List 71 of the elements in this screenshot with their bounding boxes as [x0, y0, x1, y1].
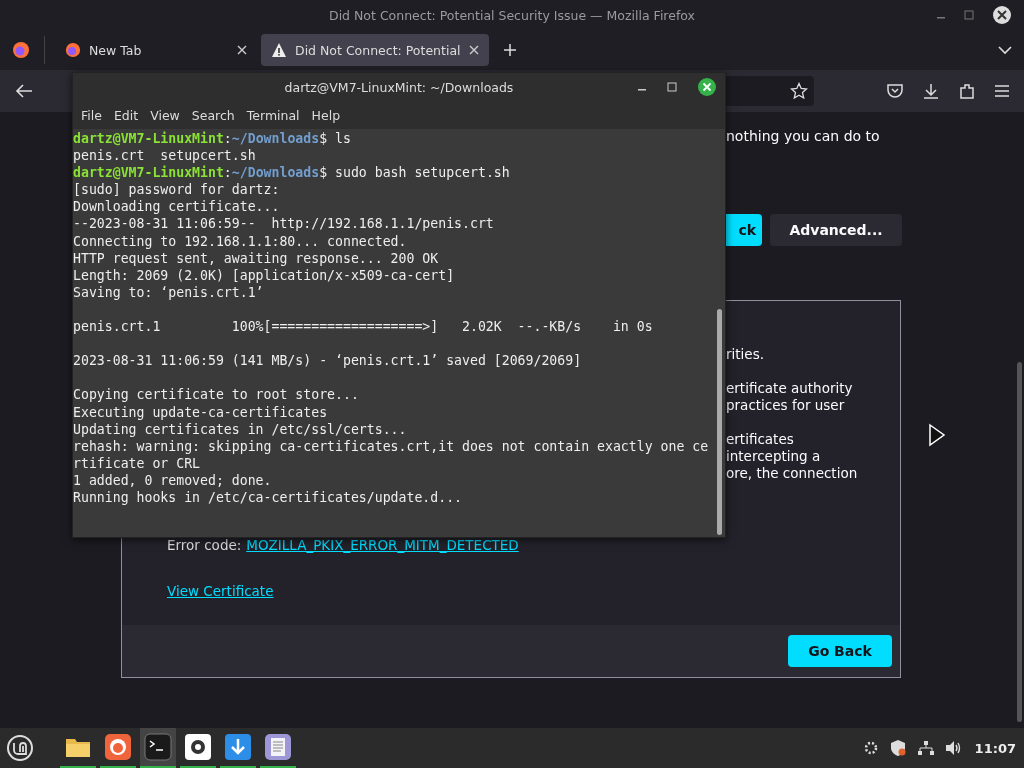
terminal-line: Updating certificates in /etc/ssl/certs... [73, 420, 408, 438]
browser-icon[interactable] [12, 41, 30, 59]
go-back-button[interactable]: Go Back [788, 635, 892, 667]
network-icon[interactable] [916, 740, 935, 756]
body-text: ore, the connection [726, 465, 859, 482]
browser-tab[interactable]: Did Not Connect: Potential [261, 34, 489, 66]
terminal-line: Running hooks in /etc/ca-certificates/update.d... [73, 488, 464, 507]
body-text: ertificate authority [726, 380, 854, 397]
terminal-line: 2023-08-31 11:06:59 (141 MB/s) - ‘penis.crt.1’ saved [2069/2069] [73, 352, 583, 370]
plus-icon[interactable] [502, 43, 517, 57]
terminal-line: rtificate or CRL [73, 454, 202, 472]
download-icon [224, 733, 252, 761]
close-icon[interactable] [237, 45, 247, 55]
terminal-line: [sudo] password for dartz: [73, 181, 281, 199]
terminal-line: penis.crt setupcert.sh [73, 147, 257, 165]
close-icon[interactable] [697, 77, 717, 97]
taskbar-button[interactable] [140, 728, 176, 768]
terminal-line: Connecting to 192.168.1.1:80... connected. [73, 232, 408, 250]
pocket-icon[interactable] [886, 82, 904, 100]
close-icon[interactable] [992, 5, 1012, 25]
chevron-down-icon[interactable] [998, 45, 1012, 55]
menu-item[interactable]: Edit [107, 107, 145, 123]
menu-item[interactable]: Terminal [240, 107, 306, 123]
terminal-line: dartz@VM7-LinuxMint:~/Downloads$ sudo bash setupcert.sh [73, 164, 511, 182]
browser-icon [65, 42, 81, 58]
body-text: practices for user [726, 397, 846, 414]
volume-icon[interactable] [944, 740, 963, 756]
star-icon[interactable] [790, 82, 808, 100]
terminal-line: Executing update-ca-certificates [73, 403, 329, 421]
body-text: ertificates [726, 431, 795, 448]
terminal-line: 1 added, 0 removed; done. [73, 471, 273, 489]
terminal-icon [144, 733, 172, 761]
download-icon[interactable] [922, 82, 940, 100]
terminal-line: Length: 2069 (2.0K) [application/x-x509-ca-cert] [73, 266, 456, 284]
menu-item[interactable]: File [75, 107, 108, 123]
terminal-line: Copying certificate to root store... [73, 386, 360, 404]
browser-tab[interactable]: New Tab [55, 34, 257, 66]
mouse-cursor-icon [928, 423, 946, 447]
view-certificate-link[interactable]: View Certificate [167, 583, 274, 599]
terminal-line: penis.crt.1 100%[===================>] 2.02K --.-KB/s in 0s [73, 318, 654, 336]
close-icon[interactable] [468, 45, 479, 55]
browser-icon [104, 733, 132, 761]
body-text: nothing you can do to [726, 128, 881, 144]
address-bar[interactable] [724, 76, 814, 106]
error-code-link[interactable]: MOZILLA_PKIX_ERROR_MITM_DETECTED [246, 537, 519, 553]
window-title: dartz@VM7-LinuxMint: ~/Downloads [284, 79, 514, 95]
scrollbar-thumb[interactable] [717, 309, 722, 535]
menu-item[interactable]: View [144, 107, 186, 123]
terminal-line: Downloading certificate... [73, 198, 281, 216]
terminal-line: Saving to: ‘penis.crt.1’ [73, 283, 265, 301]
terminal-line: dartz@VM7-LinuxMint:~/Downloads$ ls [73, 130, 352, 148]
warning-icon [271, 42, 287, 58]
error-label: Error code: [167, 537, 242, 553]
document-icon [264, 733, 292, 761]
scrollbar[interactable] [1017, 362, 1022, 722]
back-icon[interactable] [15, 83, 33, 99]
window-title: Did Not Connect: Potential Security Issue — Mozilla Firefox [329, 7, 695, 23]
body-text: rities. [726, 346, 765, 363]
body-text: intercepting a [726, 448, 822, 465]
terminal-line: --2023-08-31 11:06:59-- http://192.168.1.1/penis.crt [73, 215, 495, 233]
shield-icon[interactable] [888, 739, 907, 757]
maximize-icon[interactable] [964, 10, 974, 20]
menu-item[interactable]: Search [185, 107, 241, 123]
advanced-button[interactable]: Advanced... [770, 214, 902, 246]
go-back-button[interactable]: ck [726, 214, 762, 246]
puzzle-icon[interactable] [958, 82, 976, 100]
maximize-icon[interactable] [667, 82, 677, 92]
menu-item[interactable]: Help [305, 107, 347, 123]
terminal-line: HTTP request sent, awaiting response... 200 OK [73, 249, 440, 267]
clock[interactable]: 11:07 [974, 740, 1016, 756]
terminal-line: rehash: warning: skipping ca-certificates.crt,it does not contain exactly one ce [73, 437, 710, 455]
